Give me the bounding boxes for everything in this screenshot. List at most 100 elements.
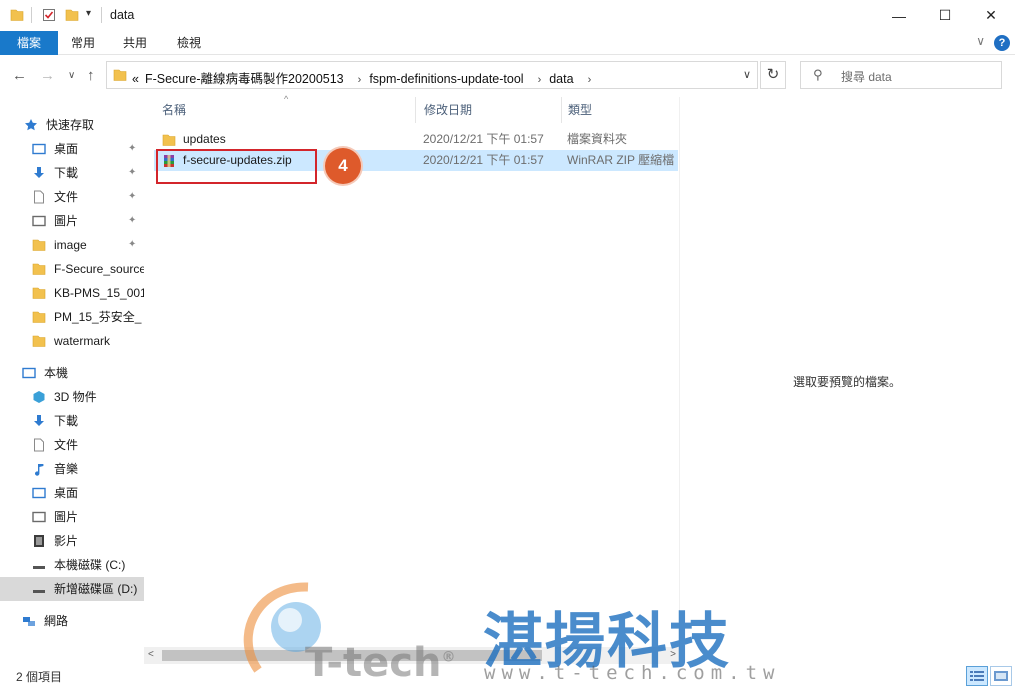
tab-share[interactable]: 共用 [112,31,158,55]
sidebar-item[interactable]: PM_15_芬安全_ [0,305,144,329]
breadcrumb-overflow[interactable]: « [132,72,139,86]
refresh-button[interactable]: ↻ [760,61,786,89]
column-separator[interactable] [561,97,562,123]
address-dropdown-icon[interactable]: ∨ [743,68,751,81]
separator [101,7,102,23]
step-badge: 4 [325,148,361,184]
breadcrumb-separator-icon[interactable]: › [538,74,542,86]
pin-icon[interactable]: ✦ [128,233,136,257]
pin-icon[interactable]: ✦ [128,185,136,209]
sidebar-item-label: 3D 物件 [54,390,97,404]
music-icon [35,464,44,476]
search-placeholder: 搜尋 data [841,70,892,84]
navigation-bar: ← → ∨ ↑ « F-Secure-離線病毒碼製作20200513 › fspm-d… [0,55,1015,97]
sidebar-item[interactable]: 桌面 ✦ [0,137,144,161]
preview-pane: 選取要預覽的檔案。 [680,97,1015,660]
picture-icon [32,215,46,227]
close-button[interactable]: ✕ [968,0,1014,31]
breadcrumb-separator-icon[interactable]: › [358,74,362,86]
sidebar-item[interactable]: F-Secure_source [0,257,144,281]
title-bar: ▾ data — ☐ ✕ [0,0,1015,31]
column-header-type[interactable]: 類型 [568,97,592,123]
column-header-date[interactable]: 修改日期 [424,97,472,123]
preview-message: 選取要預覽的檔案。 [793,375,902,389]
sidebar-item[interactable]: 音樂 [0,457,144,481]
horizontal-scrollbar[interactable]: < > [144,647,680,664]
recent-locations-chevron-icon[interactable]: ∨ [68,70,75,81]
search-input[interactable]: ⚲ 搜尋 data [800,61,1002,89]
folder-icon [32,311,46,323]
picture-icon [32,511,46,523]
sidebar-item[interactable]: 網路 [0,609,144,633]
details-view-icon [970,671,984,681]
search-icon: ⚲ [813,67,823,82]
sidebar-item[interactable]: 影片 [0,529,144,553]
scrollbar-thumb[interactable] [162,650,542,661]
sidebar-item[interactable]: 文件 [0,433,144,457]
help-icon[interactable]: ? [994,35,1010,51]
sidebar-item-label: KB-PMS_15_001 [54,286,144,300]
network-icon [23,617,35,626]
pin-icon[interactable]: ✦ [128,209,136,233]
expand-ribbon-icon[interactable]: ∨ [976,34,985,48]
window-title: data [110,8,135,22]
maximize-button[interactable]: ☐ [922,0,968,31]
sidebar-item[interactable]: KB-PMS_15_001 [0,281,144,305]
up-arrow-icon[interactable]: ↑ [87,67,95,84]
sidebar-item[interactable]: 圖片 [0,505,144,529]
breadcrumb-part[interactable]: data [549,72,573,86]
address-bar[interactable]: « F-Secure-離線病毒碼製作20200513 › fspm-definitio… [106,61,758,89]
tab-file[interactable]: 檔案 [0,31,58,55]
breadcrumb-separator-icon[interactable]: › [588,74,592,86]
back-arrow-icon[interactable]: ← [12,67,27,84]
sidebar-item[interactable]: 新增磁碟區 (D:) [0,577,144,601]
sidebar-item[interactable]: 3D 物件 [0,385,144,409]
status-bar: 2 個項目 [0,664,1015,688]
sidebar-item[interactable]: 文件 ✦ [0,185,144,209]
tab-home[interactable]: 常用 [60,31,106,55]
new-folder-icon[interactable] [65,8,79,22]
customize-quick-access-icon[interactable]: ▾ [86,8,91,19]
document-icon [34,190,44,204]
large-icons-view-button[interactable] [990,666,1012,686]
computer-icon [22,367,36,379]
sidebar-item-label: 音樂 [54,462,79,476]
column-separator[interactable] [415,97,416,123]
sidebar-item-label: F-Secure_source [54,262,144,276]
download-icon [34,167,44,178]
tab-view[interactable]: 檢視 [166,31,212,55]
video-icon [34,535,44,547]
sidebar-item[interactable]: 圖片 ✦ [0,209,144,233]
file-row[interactable]: updates 2020/12/21 下午 01:57 檔案資料夾 [154,129,678,150]
sidebar-item[interactable]: 下載 [0,409,144,433]
properties-icon[interactable] [42,8,56,22]
scroll-left-icon[interactable]: < [148,649,154,660]
column-header-name[interactable]: 名稱 [162,97,186,123]
sidebar-item[interactable]: 本機 [0,361,144,385]
pin-icon[interactable]: ✦ [128,137,136,161]
file-type: 檔案資料夾 [567,132,628,146]
scroll-right-icon[interactable]: > [670,649,676,660]
sidebar-item-label: 桌面 [54,486,79,500]
sidebar-item[interactable]: watermark [0,329,144,353]
desktop-icon [32,487,46,499]
folder-icon [32,239,46,251]
folder-icon[interactable] [10,8,24,22]
folder-icon [162,134,176,146]
sidebar-item[interactable]: 桌面 [0,481,144,505]
sidebar-item-label: 文件 [54,438,79,452]
ribbon: 檔案 常用 共用 檢視 ∨ ? [0,31,1015,55]
sidebar-item[interactable]: 快速存取 [0,113,144,137]
file-date: 2020/12/21 下午 01:57 [423,132,544,146]
breadcrumb-part[interactable]: F-Secure-離線病毒碼製作20200513 [145,72,344,86]
sidebar-item[interactable]: 下載 ✦ [0,161,144,185]
details-view-button[interactable] [966,666,988,686]
file-type: WinRAR ZIP 壓縮檔 [567,153,675,167]
sidebar-item[interactable]: 本機磁碟 (C:) [0,553,144,577]
drive-icon [33,566,45,569]
sidebar-item[interactable]: image ✦ [0,233,144,257]
forward-arrow-icon[interactable]: → [40,67,55,84]
breadcrumb-part[interactable]: fspm-definitions-update-tool [369,72,523,86]
pin-icon[interactable]: ✦ [128,161,136,185]
minimize-button[interactable]: — [876,0,922,31]
